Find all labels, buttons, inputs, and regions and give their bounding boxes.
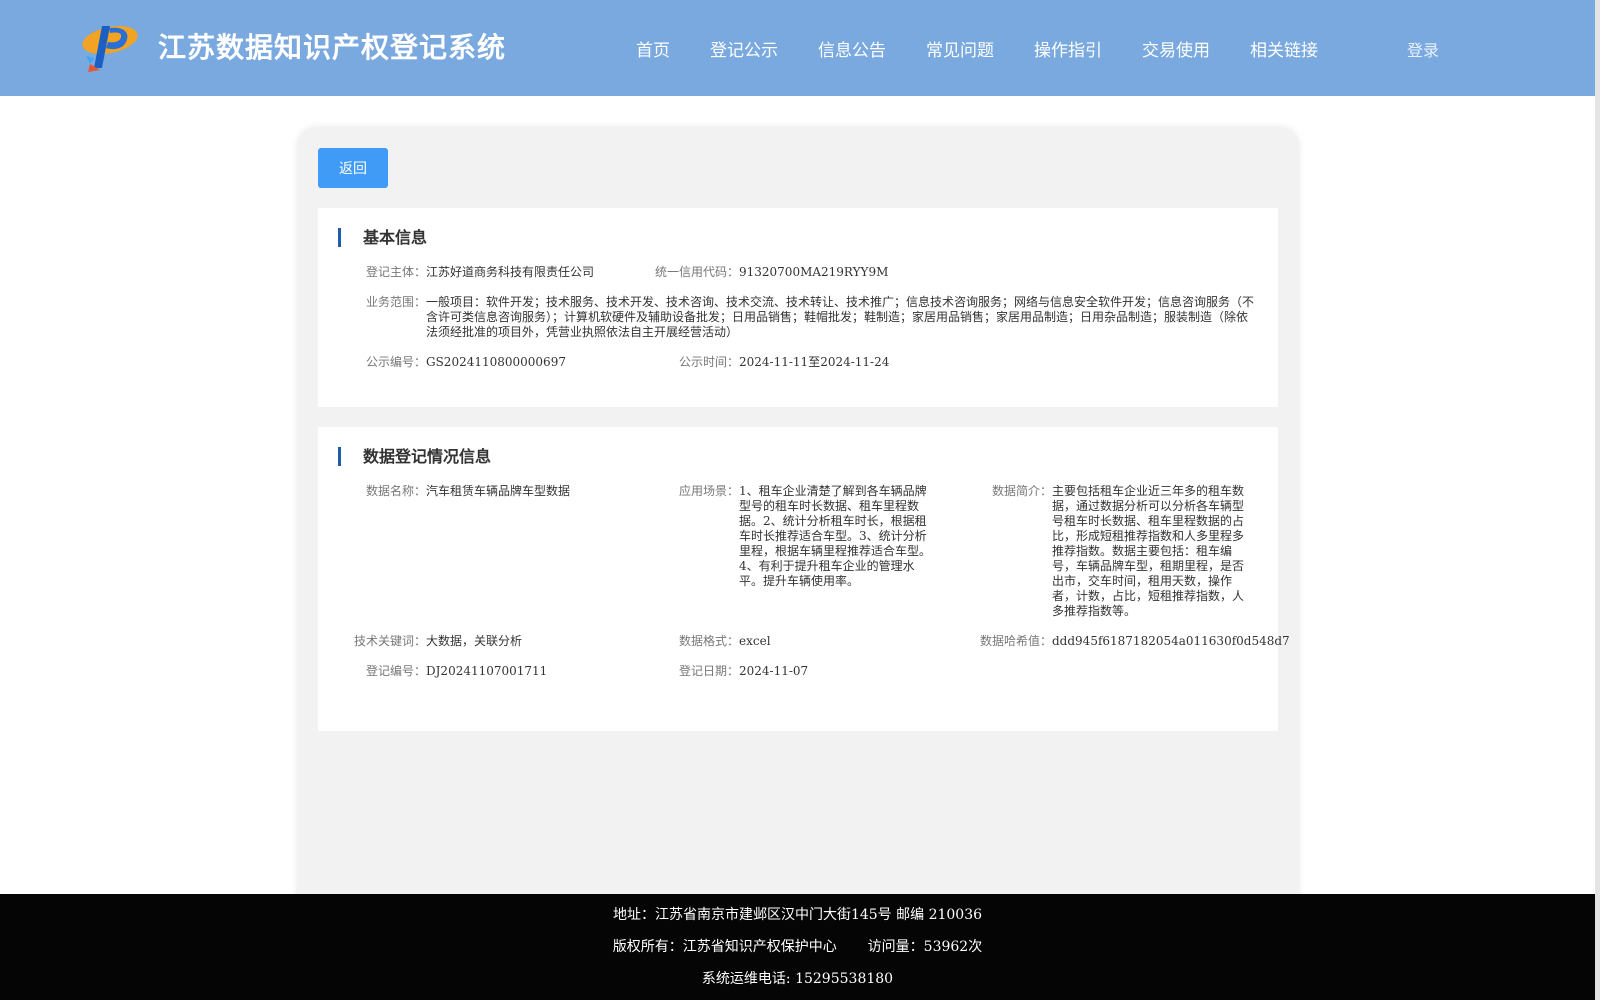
detail-card: 返回 基本信息 登记主体： 江苏好道商务科技有限责任公司 统一信用代码： 913… xyxy=(298,128,1298,918)
field-subject-label: 登记主体： xyxy=(348,265,426,280)
field-data-format-label: 数据格式： xyxy=(648,634,739,649)
nav-info-announcement[interactable]: 信息公告 xyxy=(818,36,886,61)
field-notice-time-label: 公示时间： xyxy=(648,355,739,370)
data-registration-panel: 数据登记情况信息 数据名称： 汽车租赁车辆品牌车型数据 应用场景： 1、租车企业… xyxy=(318,427,1278,731)
site-logo-icon xyxy=(80,18,140,72)
field-data-name-label: 数据名称： xyxy=(348,484,426,499)
field-subject-value: 江苏好道商务科技有限责任公司 xyxy=(426,265,594,280)
nav-operation-guide[interactable]: 操作指引 xyxy=(1034,36,1102,61)
field-data-format: 数据格式： excel xyxy=(648,634,771,649)
field-registration-date-label: 登记日期： xyxy=(648,664,739,679)
field-subject: 登记主体： 江苏好道商务科技有限责任公司 xyxy=(348,265,594,280)
field-data-name-value: 汽车租赁车辆品牌车型数据 xyxy=(426,484,570,499)
field-application-scene-label: 应用场景： xyxy=(648,484,739,589)
field-notice-number: 公示编号： GS2024110800000697 xyxy=(348,355,566,370)
field-data-intro: 数据简介： 主要包括租车企业近三年多的租车数据，通过数据分析可以分析各车辆型号租… xyxy=(958,484,1244,619)
field-registration-number-label: 登记编号： xyxy=(348,664,426,679)
field-business-scope-value: 一般项目：软件开发；技术服务、技术开发、技术咨询、技术交流、技术转让、技术推广；… xyxy=(426,295,1256,340)
nav-related-links[interactable]: 相关链接 xyxy=(1250,36,1318,61)
field-business-scope-label: 业务范围： xyxy=(348,295,426,340)
scrollbar-track[interactable] xyxy=(1595,0,1600,1000)
field-notice-number-value: GS2024110800000697 xyxy=(426,355,566,370)
field-application-scene-value: 1、租车企业清楚了解到各车辆品牌型号的租车时长数据、租车里程数据。2、统计分析租… xyxy=(739,484,937,589)
field-registration-number-value: DJ20241107001711 xyxy=(426,664,547,679)
nav-home[interactable]: 首页 xyxy=(636,36,670,61)
field-data-hash: 数据哈希值： ddd945f6187182054a011630f0d548d7 xyxy=(938,634,1290,649)
footer-visit-count: 访问量：53962次 xyxy=(868,939,983,955)
basic-info-panel: 基本信息 登记主体： 江苏好道商务科技有限责任公司 统一信用代码： 913207… xyxy=(318,208,1278,407)
field-notice-time-value: 2024-11-11至2024-11-24 xyxy=(739,355,889,370)
footer-copyright: 版权所有：江苏省知识产权保护中心 xyxy=(613,939,837,955)
back-button[interactable]: 返回 xyxy=(318,148,388,188)
field-registration-number: 登记编号： DJ20241107001711 xyxy=(348,664,547,679)
field-credit-code-label: 统一信用代码： xyxy=(628,265,739,280)
field-data-name: 数据名称： 汽车租赁车辆品牌车型数据 xyxy=(348,484,570,499)
field-credit-code-value: 91320700MA219RYY9M xyxy=(739,265,888,280)
nav-trade-use[interactable]: 交易使用 xyxy=(1142,36,1210,61)
field-application-scene: 应用场景： 1、租车企业清楚了解到各车辆品牌型号的租车时长数据、租车里程数据。2… xyxy=(648,484,937,589)
field-credit-code: 统一信用代码： 91320700MA219RYY9M xyxy=(628,265,888,280)
field-data-intro-label: 数据简介： xyxy=(958,484,1052,619)
field-data-intro-value: 主要包括租车企业近三年多的租车数据，通过数据分析可以分析各车辆型号租车时长数据、… xyxy=(1052,484,1244,619)
field-tech-keyword: 技术关键词： 大数据，关联分析 xyxy=(348,634,522,649)
field-data-hash-value: ddd945f6187182054a011630f0d548d7 xyxy=(1052,634,1290,649)
field-registration-date-value: 2024-11-07 xyxy=(739,664,808,679)
data-registration-title: 数据登记情况信息 xyxy=(338,447,491,466)
site-title: 江苏数据知识产权登记系统 xyxy=(158,26,506,66)
nav-registration-notice[interactable]: 登记公示 xyxy=(710,36,778,61)
field-registration-date: 登记日期： 2024-11-07 xyxy=(648,664,808,679)
footer-address: 地址：江苏省南京市建邺区汉中门大街145号 邮编 210036 xyxy=(0,904,1595,924)
nav-faq[interactable]: 常见问题 xyxy=(926,36,994,61)
login-link[interactable]: 登录 xyxy=(1407,37,1439,61)
basic-info-title: 基本信息 xyxy=(338,228,427,247)
field-business-scope: 业务范围： 一般项目：软件开发；技术服务、技术开发、技术咨询、技术交流、技术转让… xyxy=(348,295,1266,340)
field-notice-number-label: 公示编号： xyxy=(348,355,426,370)
field-data-hash-label: 数据哈希值： xyxy=(938,634,1052,649)
main-nav: 首页 登记公示 信息公告 常见问题 操作指引 交易使用 相关链接 xyxy=(636,36,1358,61)
field-notice-time: 公示时间： 2024-11-11至2024-11-24 xyxy=(648,355,889,370)
site-header: 江苏数据知识产权登记系统 首页 登记公示 信息公告 常见问题 操作指引 交易使用… xyxy=(0,0,1595,96)
field-data-format-value: excel xyxy=(739,634,771,649)
site-footer: 地址：江苏省南京市建邺区汉中门大街145号 邮编 210036 版权所有：江苏省… xyxy=(0,894,1595,1000)
field-tech-keyword-value: 大数据，关联分析 xyxy=(426,634,522,649)
footer-copyright-row: 版权所有：江苏省知识产权保护中心 访问量：53962次 xyxy=(0,936,1595,956)
footer-support-phone: 系统运维电话: 15295538180 xyxy=(0,968,1595,988)
field-tech-keyword-label: 技术关键词： xyxy=(348,634,426,649)
